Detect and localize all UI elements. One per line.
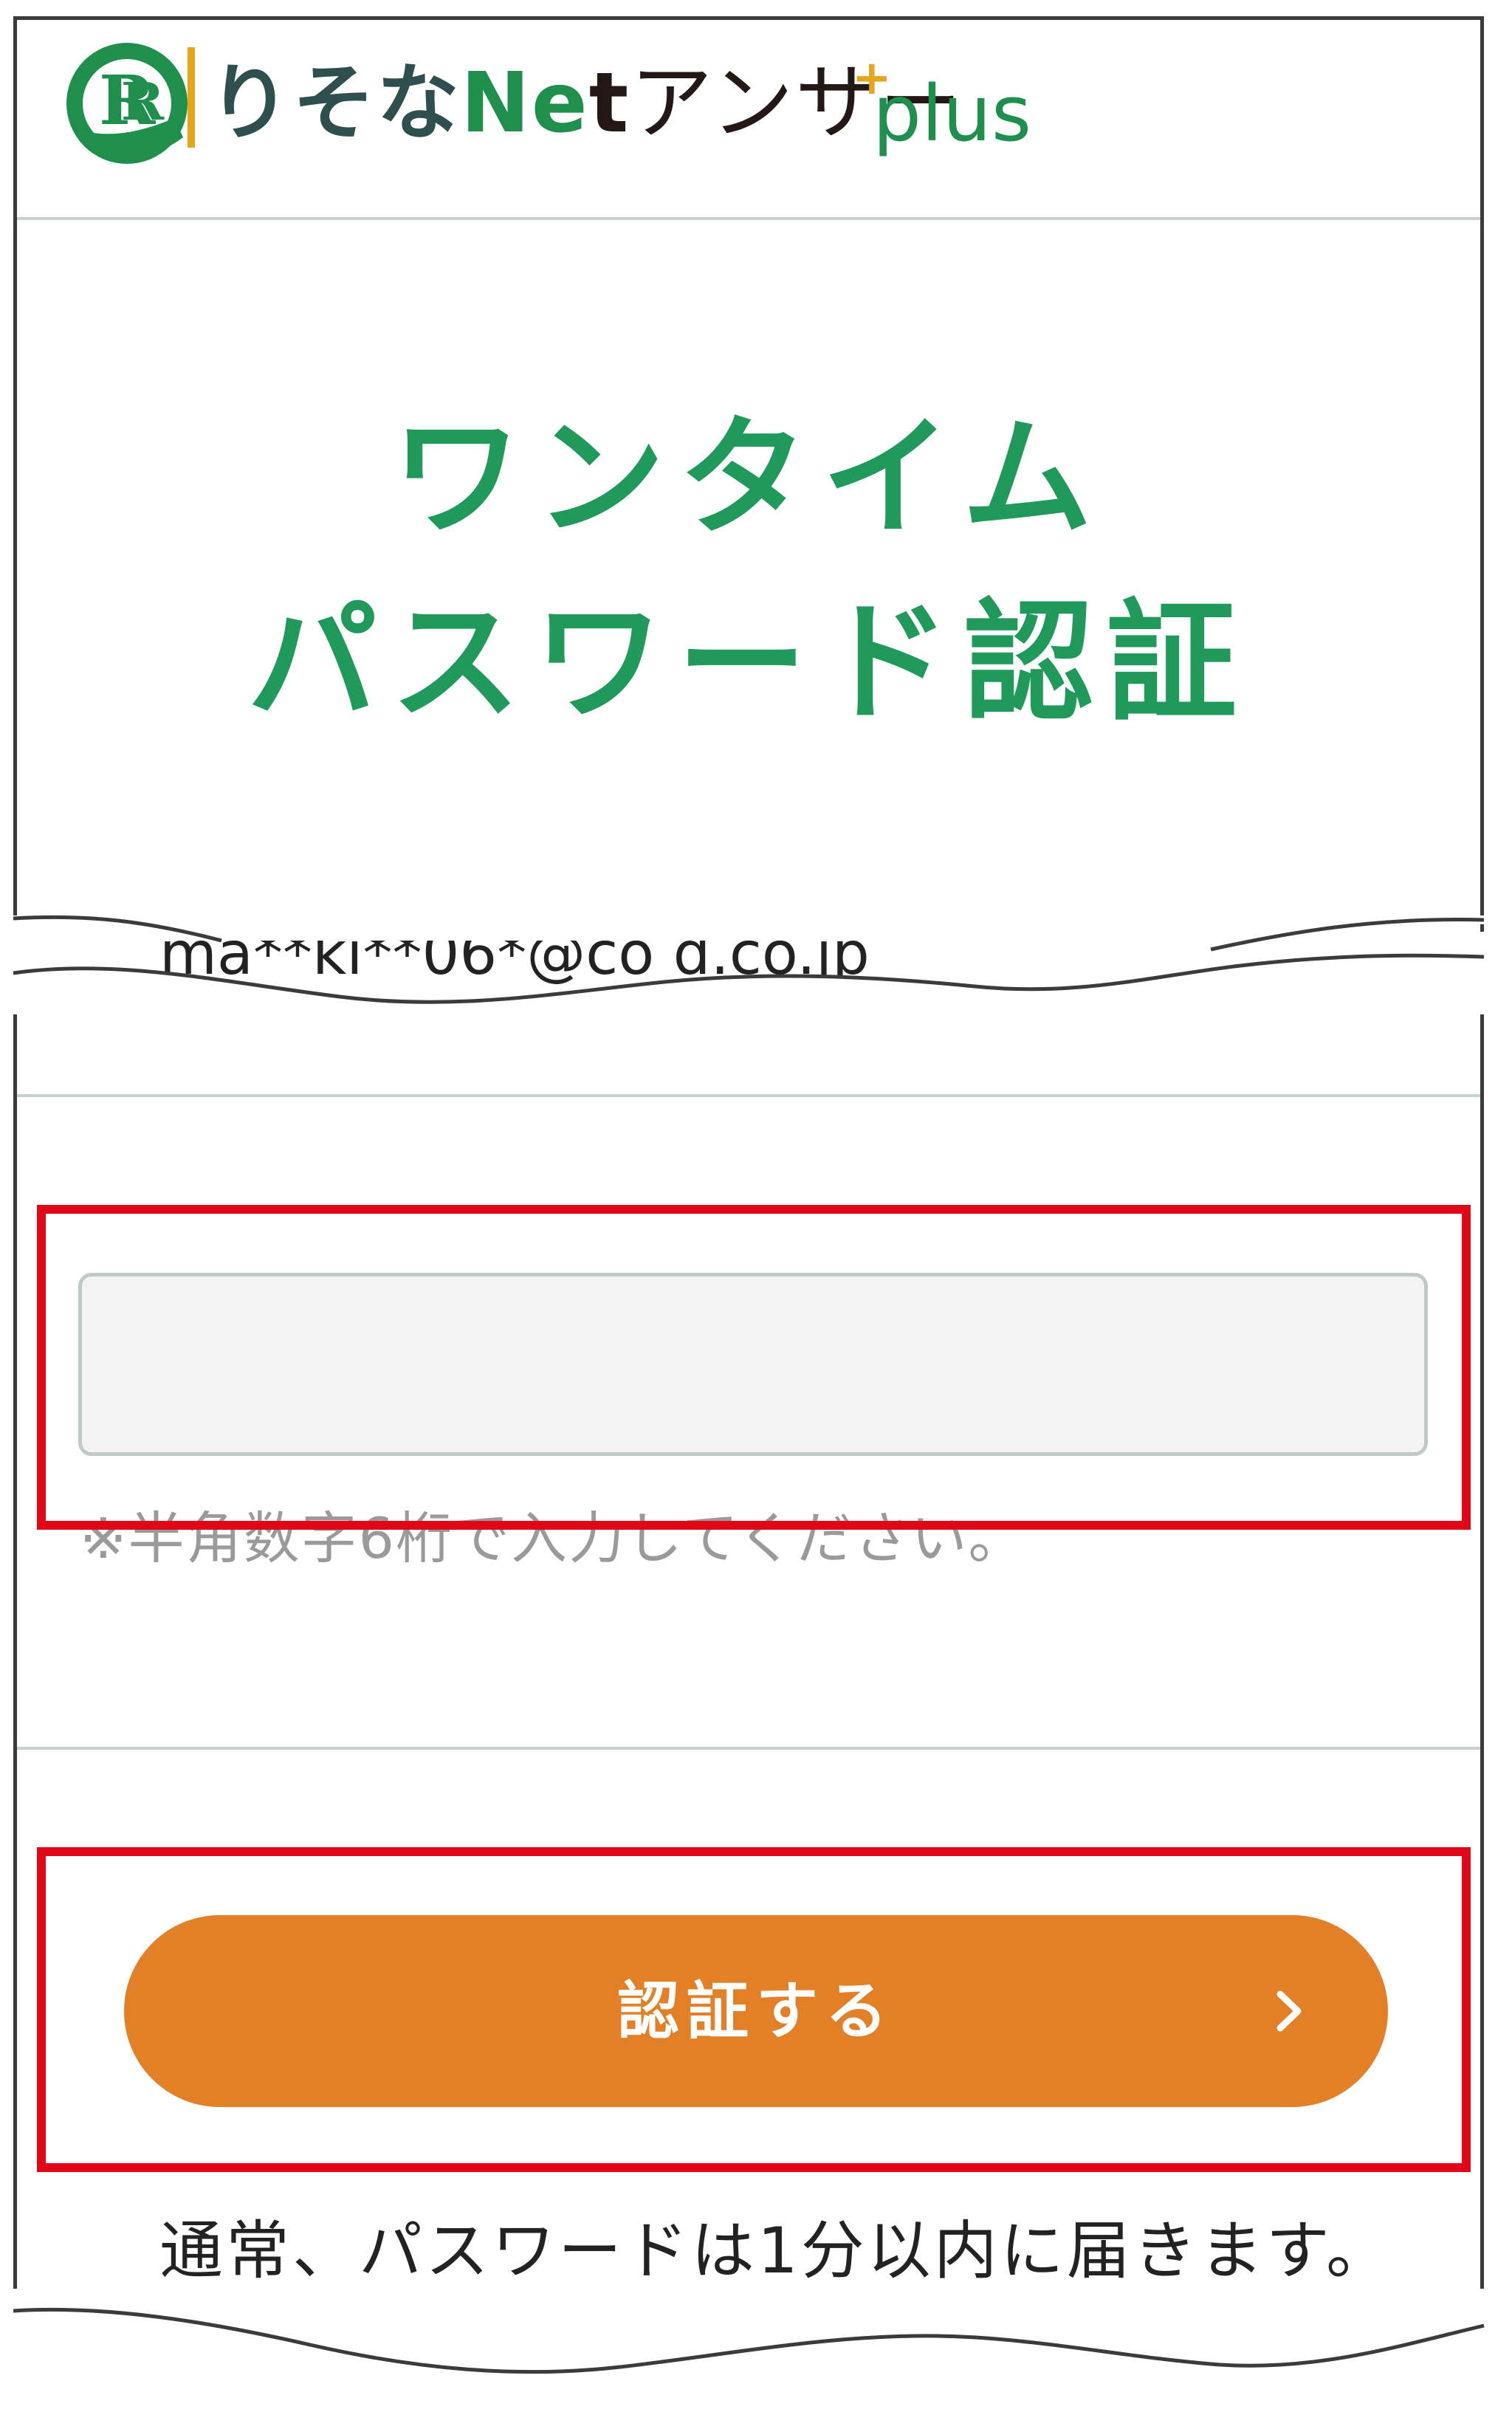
chevron-right-icon: [1276, 1990, 1302, 2032]
torn-edge-bottom: [0, 2307, 1512, 2412]
brand-plus: plus: [873, 69, 1032, 159]
brand-net: Ne: [461, 55, 589, 151]
one-time-password-input[interactable]: [78, 1273, 1428, 1456]
brand-name: りそなNetアンサー: [208, 62, 963, 145]
torn-edge-divider: [0, 915, 1512, 1014]
delivery-note: 通常、パスワードは1分以内に届きます。: [159, 2214, 1393, 2288]
otp-input-hint: ※半角数字6桁で入力してください。: [80, 1505, 1026, 1571]
logo-divider-bar: [188, 47, 195, 148]
authenticate-button-label: 認証する: [616, 1975, 895, 2047]
section-divider-top: [17, 1094, 1480, 1097]
authenticate-button[interactable]: 認証する: [124, 1915, 1388, 2107]
page-title-line1: ワンタイム: [391, 402, 1106, 554]
svg-text:R: R: [121, 71, 165, 132]
section-divider-bottom: [17, 1747, 1480, 1750]
risona-logo-icon: R R: [66, 43, 188, 164]
brand-risona: りそな: [208, 55, 461, 151]
header-divider: [17, 217, 1480, 220]
brand-net-t: t: [588, 55, 630, 151]
page-title-line2: パスワード認証: [247, 587, 1250, 738]
